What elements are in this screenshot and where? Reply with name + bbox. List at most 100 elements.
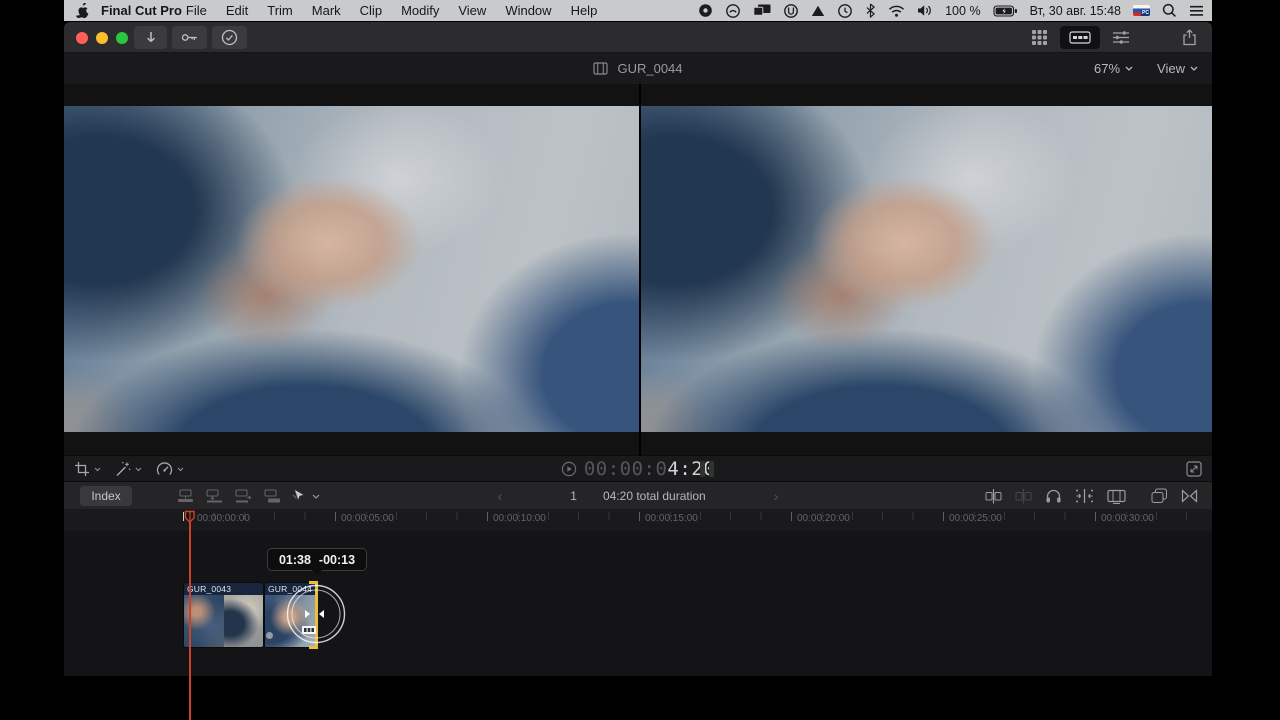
effects-browser-icon[interactable] bbox=[1151, 488, 1168, 504]
ruler-tick bbox=[1095, 512, 1096, 521]
ruler-label: 00:00:05:00 bbox=[341, 513, 394, 524]
inspector-button[interactable] bbox=[1104, 26, 1138, 49]
skimming-toggle-icon[interactable] bbox=[985, 488, 1002, 504]
viewer-view-dropdown[interactable]: View bbox=[1157, 61, 1198, 76]
spotlight-icon[interactable] bbox=[1162, 3, 1177, 18]
check-circle-icon bbox=[221, 29, 238, 46]
transitions-browser-icon[interactable] bbox=[1181, 488, 1198, 504]
ruler-tick bbox=[487, 512, 488, 521]
volume-icon[interactable] bbox=[917, 4, 933, 17]
menu-view[interactable]: View bbox=[458, 3, 486, 18]
viewer-clip-title: GUR_0044 bbox=[617, 61, 682, 76]
timeline-ruler[interactable]: 00:00:00:00 00:00:05:00 00:00:10:00 00:0… bbox=[64, 509, 1212, 531]
display-mirroring-icon[interactable] bbox=[753, 4, 771, 17]
clip-name: GUR_0043 bbox=[184, 583, 263, 595]
ruler-label: 00:00:30:00 bbox=[1101, 513, 1154, 524]
sequence-counter: 1 bbox=[570, 489, 577, 503]
expand-timeline-button[interactable] bbox=[1186, 461, 1202, 482]
dropbox-icon[interactable] bbox=[811, 5, 825, 17]
menu-modify[interactable]: Modify bbox=[401, 3, 439, 18]
trim-duration: 01:38 bbox=[279, 553, 311, 567]
grid-icon bbox=[1031, 29, 1048, 46]
timeline-toolbar: Index ‹ 1 04:20 total duration › bbox=[64, 481, 1212, 509]
wifi-icon[interactable] bbox=[888, 5, 905, 17]
clip-media-icon bbox=[593, 62, 608, 75]
menu-edit[interactable]: Edit bbox=[226, 3, 248, 18]
ruler-tick bbox=[943, 512, 944, 521]
menu-mark[interactable]: Mark bbox=[312, 3, 341, 18]
trim-right-arrow-icon bbox=[319, 610, 324, 618]
audio-skimming-toggle-icon[interactable] bbox=[1015, 488, 1032, 504]
window-controls bbox=[76, 32, 128, 44]
background-tasks-button[interactable] bbox=[212, 26, 247, 49]
menu-help[interactable]: Help bbox=[571, 3, 598, 18]
filmstrip-view-icon bbox=[1069, 30, 1091, 45]
chevron-down-icon bbox=[1125, 66, 1133, 71]
zoom-button[interactable] bbox=[116, 32, 128, 44]
transport-bar: 00:00:04:20 bbox=[64, 455, 1212, 481]
ruler-label: 00:00:25:00 bbox=[949, 513, 1002, 524]
battery-percent[interactable]: 100 % bbox=[945, 4, 980, 18]
solo-toggle-icon[interactable] bbox=[1045, 488, 1062, 504]
apple-icon bbox=[76, 3, 89, 18]
menu-clip[interactable]: Clip bbox=[360, 3, 382, 18]
share-icon bbox=[1181, 29, 1198, 46]
import-media-button[interactable] bbox=[134, 26, 167, 49]
expand-icon bbox=[1186, 461, 1202, 477]
trim-left-arrow-icon bbox=[305, 610, 310, 618]
menu-window[interactable]: Window bbox=[505, 3, 551, 18]
ruler-label: 00:00:10:00 bbox=[493, 513, 546, 524]
time-machine-icon[interactable] bbox=[837, 3, 853, 19]
viewer-split-divider bbox=[639, 84, 641, 455]
close-button[interactable] bbox=[76, 32, 88, 44]
clip-appearance-icon[interactable] bbox=[1107, 488, 1126, 504]
trim-cursor-overlay bbox=[286, 584, 346, 644]
filmstrip-icon bbox=[302, 626, 316, 634]
screen: Final Cut Pro File Edit Trim Mark Clip M… bbox=[0, 0, 1280, 720]
viewer-frame-right[interactable] bbox=[641, 106, 1212, 432]
menu-trim[interactable]: Trim bbox=[267, 3, 293, 18]
zoom-level: 67% bbox=[1094, 61, 1120, 76]
screen-record-icon[interactable] bbox=[698, 3, 713, 18]
keyword-editor-button[interactable] bbox=[172, 26, 207, 49]
ruler-label: 00:00:20:00 bbox=[797, 513, 850, 524]
timecode-display[interactable]: 00:00:04:20 bbox=[64, 456, 1212, 482]
clip-thumbnail bbox=[224, 595, 264, 647]
minimize-button[interactable] bbox=[96, 32, 108, 44]
apple-menu[interactable] bbox=[76, 3, 89, 18]
viewer-area bbox=[64, 84, 1212, 455]
ruler-tick bbox=[335, 512, 336, 521]
playhead-flag[interactable] bbox=[184, 510, 196, 524]
previous-edit-icon[interactable]: ‹ bbox=[498, 488, 503, 504]
playhead[interactable] bbox=[189, 511, 191, 720]
chevron-down-icon bbox=[1190, 66, 1198, 71]
layout-badge: PC bbox=[1141, 10, 1150, 16]
utorrent-icon[interactable] bbox=[783, 3, 799, 19]
menu-app-name[interactable]: Final Cut Pro bbox=[101, 3, 182, 18]
key-icon bbox=[181, 31, 198, 44]
viewer-frame-left[interactable] bbox=[64, 106, 639, 432]
viewer-zoom-dropdown[interactable]: 67% bbox=[1094, 61, 1133, 76]
trim-offset: -00:13 bbox=[319, 553, 355, 567]
menu-file[interactable]: File bbox=[186, 3, 207, 18]
share-button[interactable] bbox=[1172, 26, 1206, 49]
menu-bar: Final Cut Pro File Edit Trim Mark Clip M… bbox=[64, 0, 1212, 21]
menu-bar-clock[interactable]: Вт, 30 авг. 15:48 bbox=[1030, 4, 1121, 18]
creative-cloud-icon[interactable] bbox=[725, 3, 741, 19]
snapping-toggle-icon[interactable] bbox=[1075, 488, 1094, 504]
timeline-clip-gur-0043[interactable]: GUR_0043 bbox=[183, 582, 264, 648]
viewer-title-bar: GUR_0044 67% View bbox=[64, 53, 1212, 84]
browser-grid-view-button[interactable] bbox=[1022, 26, 1056, 49]
play-circle-icon bbox=[561, 461, 577, 477]
timecode-dim: 00:00:0 bbox=[584, 458, 668, 480]
trim-tooltip: 01:38 -00:13 bbox=[267, 548, 367, 571]
keyboard-layout-flag[interactable]: PC bbox=[1133, 5, 1150, 16]
ruler-label: 00:00:15:00 bbox=[645, 513, 698, 524]
notification-center-icon[interactable] bbox=[1189, 5, 1204, 17]
bluetooth-icon[interactable] bbox=[865, 3, 876, 18]
audio-meters[interactable] bbox=[700, 461, 714, 477]
battery-icon[interactable] bbox=[993, 5, 1018, 17]
ruler-tick bbox=[639, 512, 640, 521]
browser-filmstrip-view-button[interactable] bbox=[1060, 26, 1100, 49]
next-edit-icon[interactable]: › bbox=[774, 488, 779, 504]
